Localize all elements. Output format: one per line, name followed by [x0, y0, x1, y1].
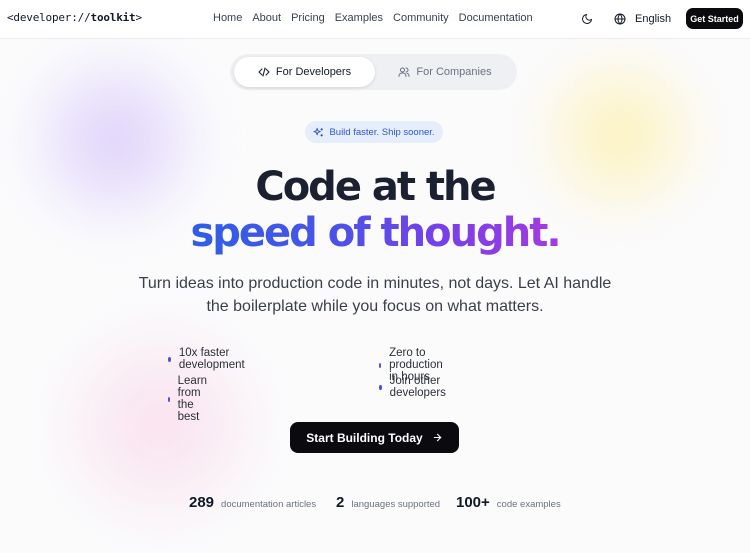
stat-value: 2	[336, 494, 345, 511]
feature-item: Learn from the best	[168, 375, 210, 423]
logo-suffix: >	[135, 11, 142, 24]
feature-label: 10x faster development	[178, 347, 245, 371]
stat-item: 289 documentation articles	[189, 494, 316, 511]
toggle-for-developers-label: For Developers	[275, 66, 352, 78]
start-building-label: Start Building Today	[306, 430, 423, 445]
nav-link-examples[interactable]: Examples	[335, 12, 383, 24]
nav-link-home[interactable]: Home	[213, 12, 242, 24]
top-navbar: <developer://toolkit> Home About Pricing…	[0, 0, 750, 39]
hero-headline-gradient-text: speed of thought.	[190, 210, 561, 256]
audience-toggle: For Developers For Companies	[230, 54, 517, 90]
bullet-dot-icon	[168, 396, 170, 402]
toggle-for-companies-label: For Companies	[416, 66, 492, 78]
sparkles-icon	[313, 127, 324, 137]
stat-value: 289	[189, 494, 215, 511]
stat-label: documentation articles	[221, 499, 317, 510]
hero-headline-line2: speed of thought.	[0, 210, 750, 256]
bullet-dot-icon	[168, 356, 171, 362]
nav-link-documentation[interactable]: Documentation	[459, 12, 533, 24]
logo-separator: //	[77, 11, 91, 24]
theme-toggle-button[interactable]	[578, 10, 596, 28]
nav-link-about[interactable]: About	[252, 12, 281, 24]
stats-row: 289 documentation articles 2 languages s…	[0, 494, 750, 516]
bullet-dot-icon	[379, 362, 382, 368]
feature-item: 10x faster development	[168, 347, 247, 371]
stat-item: 100+ code examples	[456, 494, 561, 511]
tagline-badge: Build faster. Ship sooner.	[305, 121, 443, 143]
users-icon	[398, 67, 410, 77]
code-icon	[258, 67, 270, 77]
stat-item: 2 languages supported	[336, 494, 440, 511]
nav-link-community[interactable]: Community	[393, 12, 449, 24]
main-nav: Home About Pricing Examples Community Do…	[213, 12, 543, 24]
nav-link-pricing[interactable]: Pricing	[291, 12, 325, 24]
bullet-dot-icon	[379, 384, 382, 390]
globe-icon	[614, 13, 626, 25]
logo-prefix: <developer:	[7, 11, 78, 24]
start-building-button[interactable]: Start Building Today	[290, 422, 459, 453]
feature-item: Join other developers	[379, 375, 448, 399]
toggle-for-companies[interactable]: For Companies	[377, 57, 513, 87]
get-started-button[interactable]: Get Started	[686, 8, 743, 29]
hero-subtitle-line2: the boilerplate while you focus on what …	[206, 298, 544, 315]
logo-name: toolkit	[90, 11, 136, 24]
hero-headline-line1: Code at the	[255, 164, 496, 210]
hero-subtitle: Turn ideas into production code in minut…	[120, 272, 630, 318]
moon-icon	[582, 14, 592, 24]
toggle-for-developers[interactable]: For Developers	[234, 57, 375, 87]
language-label: English	[635, 13, 672, 25]
feature-label: Learn from the best	[177, 375, 208, 423]
arrow-right-icon	[433, 433, 441, 442]
stat-label: languages supported	[351, 499, 441, 510]
stat-value: 100+	[456, 494, 490, 511]
stat-label: code examples	[496, 499, 561, 510]
language-selector[interactable]: English	[614, 10, 671, 28]
tagline-badge-label: Build faster. Ship sooner.	[329, 126, 435, 138]
site-logo[interactable]: <developer://toolkit>	[7, 11, 142, 24]
hero-subtitle-line1: Turn ideas into production code in minut…	[138, 275, 612, 292]
feature-label: Join other developers	[389, 375, 446, 399]
